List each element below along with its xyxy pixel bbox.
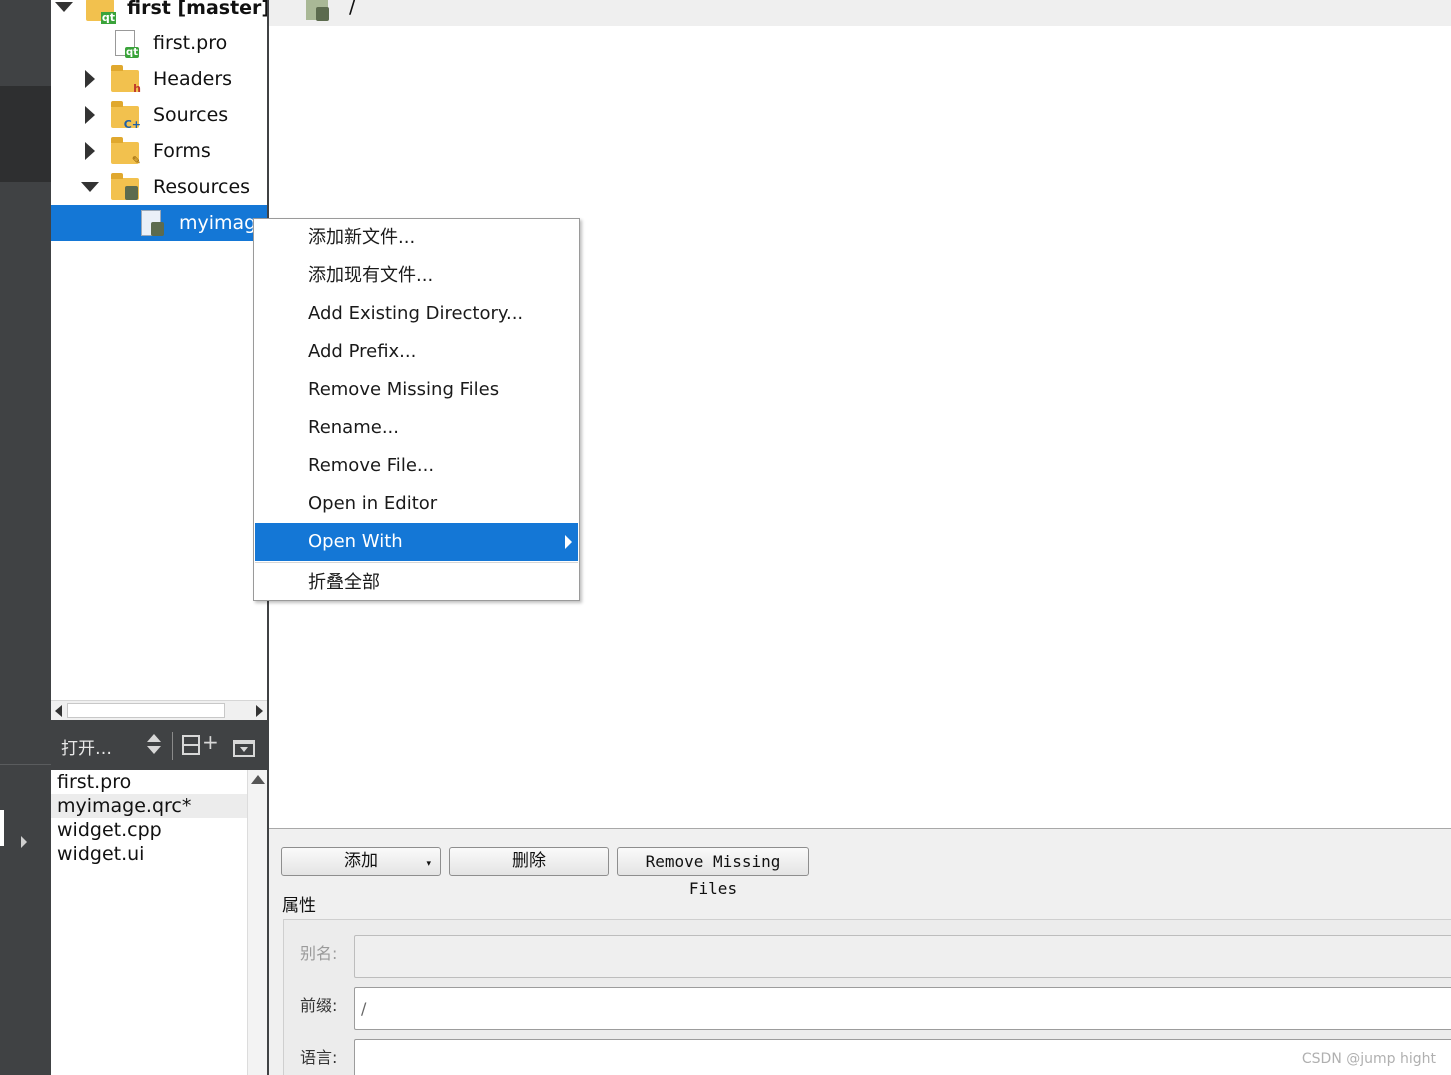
documents-vertical-scrollbar[interactable] xyxy=(247,770,268,1075)
open-documents-list: first.pro myimage.qrc* widget.cpp widget… xyxy=(51,770,268,1075)
resources-folder-icon xyxy=(111,173,139,200)
scroll-up-icon[interactable] xyxy=(251,775,265,784)
properties-heading: 属性 xyxy=(282,896,316,916)
open-documents-title[interactable]: 打开… xyxy=(61,734,112,759)
project-tree: qt first [master] qt first.pro h Headers… xyxy=(51,0,268,720)
scroll-left-icon[interactable] xyxy=(55,705,62,717)
dropdown-arrow-icon: ▾ xyxy=(426,859,431,869)
forms-folder-icon: ✎ xyxy=(111,137,141,167)
add-button[interactable]: 添加 ▾ xyxy=(281,847,441,876)
menu-item-open-in-editor[interactable]: Open in Editor xyxy=(255,485,578,523)
expand-arrow-icon[interactable] xyxy=(85,106,95,124)
qrc-file-icon xyxy=(141,210,164,236)
tree-item-label: Headers xyxy=(153,68,233,90)
list-item[interactable]: widget.ui xyxy=(51,842,247,866)
tree-horizontal-scrollbar[interactable] xyxy=(51,700,268,720)
list-item[interactable]: myimage.qrc* xyxy=(51,794,247,818)
qt-pro-file-icon: qt xyxy=(115,30,139,58)
tree-item-resources[interactable]: Resources xyxy=(51,169,268,205)
prefix-path: / xyxy=(349,0,356,18)
tree-item-label: Sources xyxy=(153,104,229,126)
submenu-arrow-icon xyxy=(565,535,572,549)
sidebar-divider xyxy=(0,764,51,765)
menu-item-rename[interactable]: Rename... xyxy=(255,409,578,447)
collapse-arrow-icon[interactable] xyxy=(55,2,73,12)
menu-separator xyxy=(255,562,578,563)
prefix-field[interactable]: / xyxy=(354,987,1451,1030)
collapse-arrow-icon[interactable] xyxy=(81,182,99,192)
expand-arrow-icon[interactable] xyxy=(85,70,95,88)
scrollbar-thumb[interactable] xyxy=(67,703,225,718)
sort-updown-icon[interactable] xyxy=(147,734,161,756)
language-field[interactable] xyxy=(354,1039,1451,1075)
menu-item-remove-missing-files[interactable]: Remove Missing Files xyxy=(255,371,578,409)
qt-project-folder-icon: qt xyxy=(86,0,116,24)
language-label: 语言: xyxy=(300,1048,338,1067)
remove-missing-files-label: Remove Missing Files xyxy=(645,852,781,898)
add-split-icon[interactable]: + xyxy=(202,730,219,754)
menu-item-add-prefix[interactable]: Add Prefix... xyxy=(255,333,578,371)
watermark: CSDN @jump hight xyxy=(1301,1051,1436,1067)
menu-item-label: Open With xyxy=(308,531,403,552)
menu-item-collapse-all[interactable]: 折叠全部 xyxy=(255,564,578,602)
tree-item-first-pro[interactable]: qt first.pro xyxy=(51,25,268,61)
remove-missing-files-button[interactable]: Remove Missing Files xyxy=(617,847,809,898)
properties-group: 别名: 前缀: / 语言: xyxy=(283,919,1451,1075)
tree-item-label: Forms xyxy=(153,140,211,162)
remove-button-label: 删除 xyxy=(512,851,546,871)
tree-item-forms[interactable]: ✎ Forms xyxy=(51,133,268,169)
expand-arrow-icon[interactable] xyxy=(85,142,95,160)
remove-button[interactable]: 删除 xyxy=(449,847,609,876)
add-button-label: 添加 xyxy=(344,851,378,871)
alias-label: 别名: xyxy=(300,944,338,963)
alias-field[interactable] xyxy=(354,935,1451,978)
prefix-label: 前缀: xyxy=(300,996,338,1015)
mode-sidebar xyxy=(0,0,51,1075)
toolbar-divider xyxy=(172,732,173,760)
expand-arrow-icon[interactable] xyxy=(21,836,27,848)
prefix-icon xyxy=(306,0,329,21)
tree-item-label: first.pro xyxy=(153,32,228,54)
list-item[interactable]: widget.cpp xyxy=(51,818,247,842)
tree-item-label: Resources xyxy=(153,176,251,198)
menu-item-add-existing-files[interactable]: 添加现有文件... xyxy=(255,257,578,295)
active-mode-indicator[interactable] xyxy=(0,86,51,182)
context-menu: 添加新文件... 添加现有文件... Add Existing Director… xyxy=(253,218,580,601)
open-documents-toolbar: 打开… + xyxy=(51,720,268,770)
menu-item-add-new-file[interactable]: 添加新文件... xyxy=(255,219,578,257)
list-item[interactable]: first.pro xyxy=(51,770,247,794)
menu-item-remove-file[interactable]: Remove File... xyxy=(255,447,578,485)
tree-item-label: first [master] xyxy=(127,0,268,19)
headers-folder-icon: h xyxy=(111,65,141,95)
scroll-right-icon[interactable] xyxy=(256,705,263,717)
resource-prefix-row[interactable]: / xyxy=(269,0,1451,26)
split-view-icon[interactable] xyxy=(182,735,200,755)
resource-editor-pane: 添加 ▾ 删除 Remove Missing Files 属性 别名: 前缀: … xyxy=(269,828,1451,1075)
tree-item-headers[interactable]: h Headers xyxy=(51,61,268,97)
menu-item-open-with[interactable]: Open With xyxy=(255,523,578,561)
run-target-marker xyxy=(0,810,4,846)
sources-folder-icon: C+ xyxy=(111,101,141,131)
close-panel-icon[interactable] xyxy=(233,740,255,757)
tree-item-myimage-qrc[interactable]: myimage.qrc xyxy=(51,205,268,241)
tree-item-sources[interactable]: C+ Sources xyxy=(51,97,268,133)
tree-item-project-root[interactable]: qt first [master] xyxy=(51,0,268,26)
menu-item-add-existing-directory[interactable]: Add Existing Directory... xyxy=(255,295,578,333)
